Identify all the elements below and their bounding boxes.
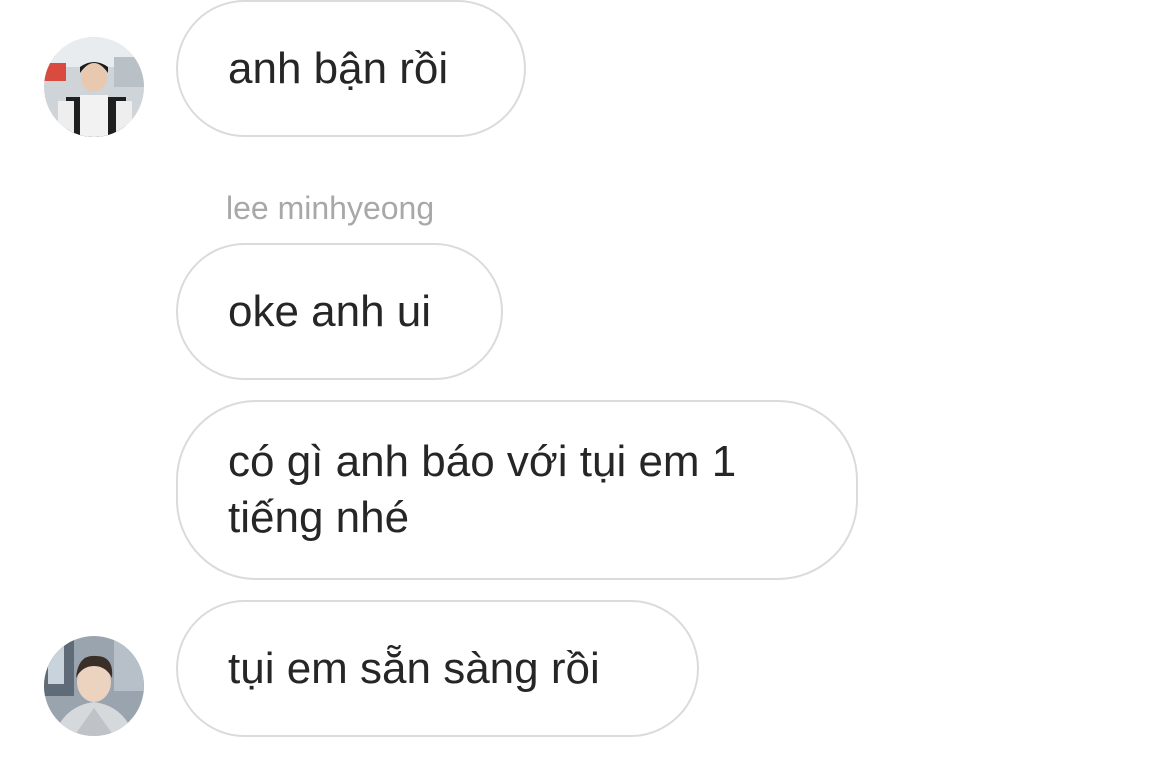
message-bubble[interactable]: tụi em sẵn sàng rồi [176, 600, 699, 737]
avatar[interactable] [44, 37, 144, 137]
message-bubble[interactable]: anh bận rồi [176, 0, 526, 137]
message-text: tụi em sẵn sàng rồi [228, 643, 600, 693]
profile-photo-icon [44, 636, 144, 736]
profile-photo-icon [44, 37, 144, 137]
message-text: anh bận rồi [228, 43, 449, 93]
message-text: có gì anh báo với tụi em 1 tiếng nhé [228, 437, 737, 542]
message-text: oke anh ui [228, 286, 432, 336]
avatar[interactable] [44, 636, 144, 736]
message-bubble[interactable]: oke anh ui [176, 243, 503, 380]
sender-name: lee minhyeong [226, 190, 435, 226]
message-bubble[interactable]: có gì anh báo với tụi em 1 tiếng nhé [176, 400, 858, 580]
